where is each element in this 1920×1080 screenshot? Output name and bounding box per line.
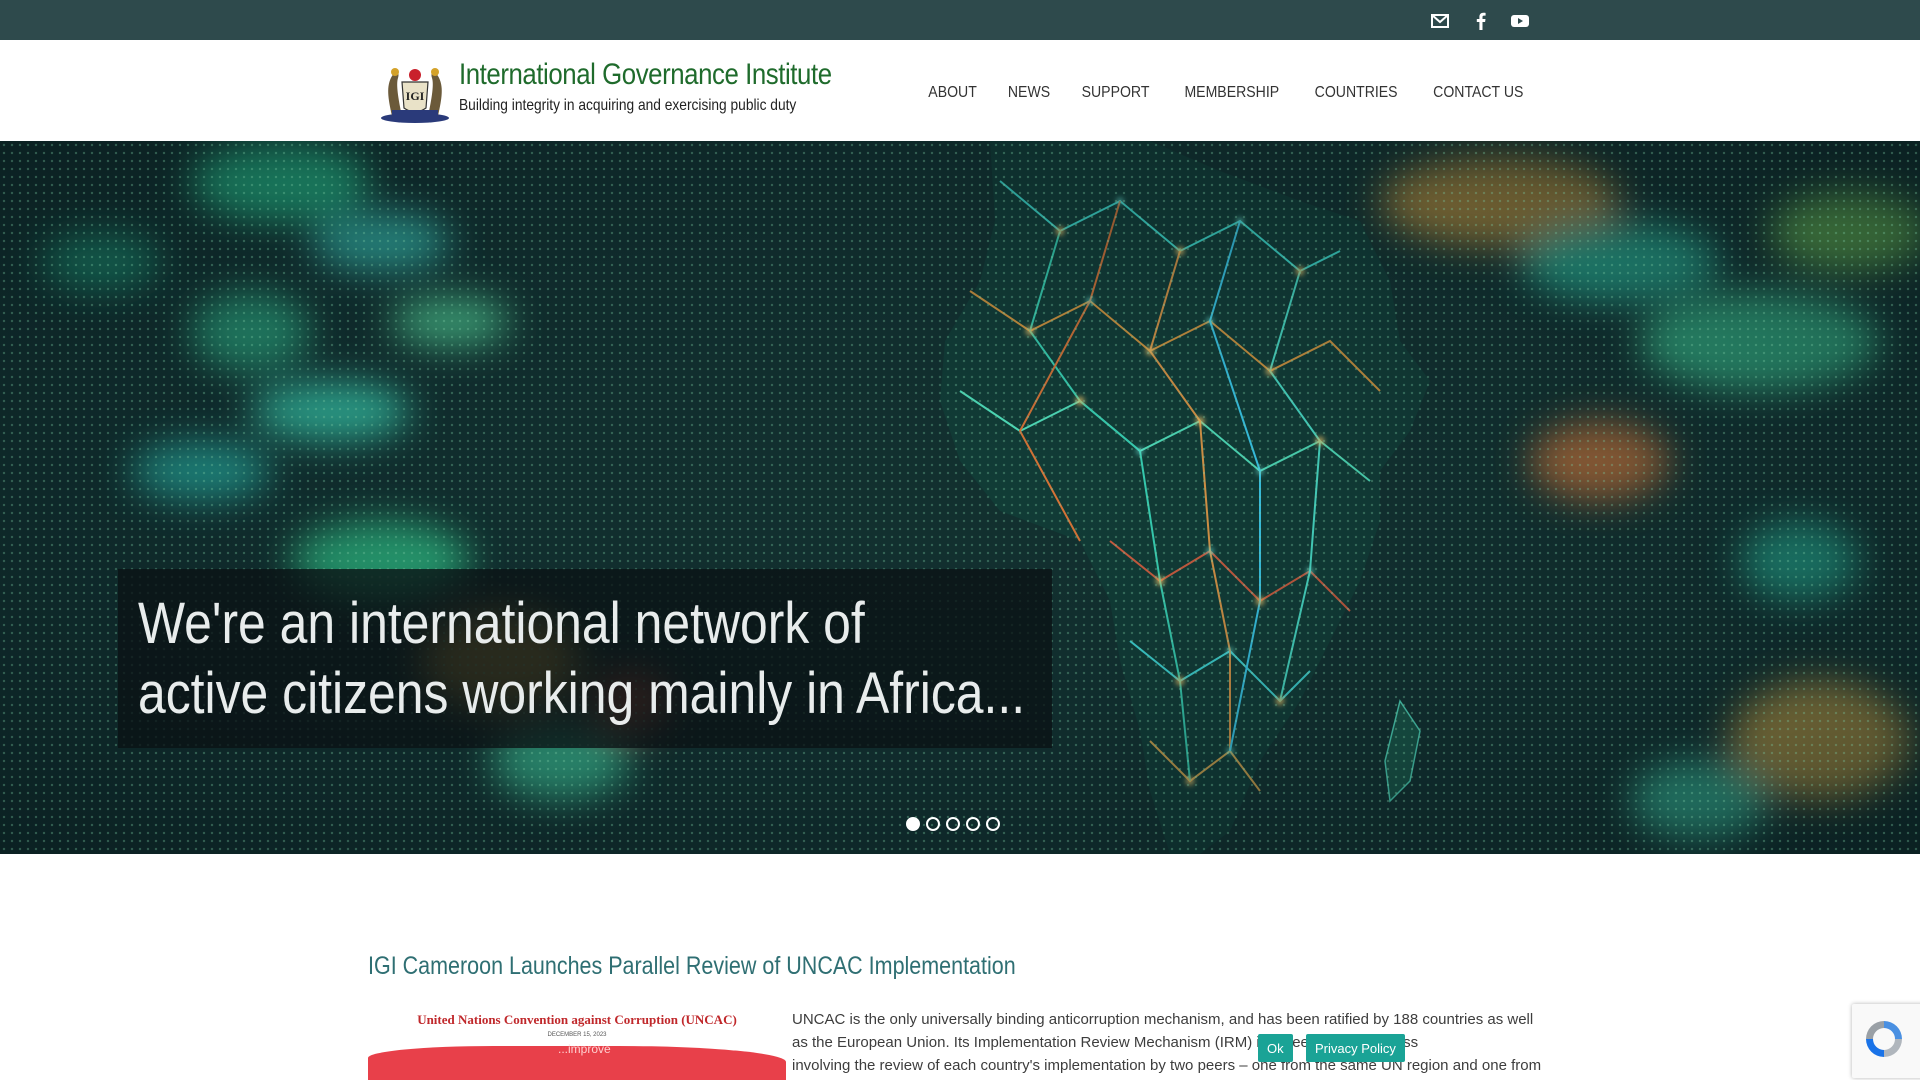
slider-pagination [906, 817, 1000, 831]
nav-news[interactable]: NEWS [1007, 84, 1049, 102]
top-bar [0, 0, 1920, 40]
recaptcha-badge[interactable] [1852, 1004, 1920, 1078]
nav-membership[interactable]: MEMBERSHIP [1184, 84, 1279, 102]
article-excerpt-line-2: as the European Union. Its Implementatio… [792, 1034, 1419, 1051]
thumbnail-heading: United Nations Convention against Corrup… [417, 1012, 737, 1027]
nav-about[interactable]: ABOUT [929, 84, 978, 102]
youtube-icon[interactable] [1509, 10, 1531, 32]
article-excerpt-line-1: UNCAC is the only universally binding an… [792, 1011, 1534, 1028]
cookie-ok-button[interactable]: Ok [1258, 1034, 1293, 1062]
thumbnail-date: DECEMBER 15, 2023 [547, 1032, 607, 1038]
slider-dot-1[interactable] [906, 817, 920, 831]
privacy-policy-button[interactable]: Privacy Policy [1306, 1034, 1405, 1062]
svg-text:IGI: IGI [406, 89, 425, 103]
recaptcha-icon [1862, 1017, 1906, 1066]
slider-dot-3[interactable] [946, 817, 960, 831]
article-excerpt-line-3: involving the review of each country's i… [792, 1057, 1542, 1074]
slider-dot-2[interactable] [926, 817, 940, 831]
nav-countries[interactable]: COUNTRIES [1315, 84, 1398, 102]
slider-dot-5[interactable] [986, 817, 1000, 831]
main-nav: ABOUT NEWS SUPPORT MEMBERSHIP COUNTRIES … [925, 84, 1530, 102]
hero-caption-text: We're an international network of active… [138, 589, 1050, 729]
hero-slider: We're an international network of active… [0, 141, 1920, 854]
site-tagline: Building integrity in acquiring and exer… [459, 97, 797, 114]
article-title[interactable]: IGI Cameroon Launches Parallel Review of… [368, 952, 1016, 981]
thumbnail-overlay-text: ...improve [558, 1042, 611, 1056]
hero-caption-line-1: We're an international network of [138, 591, 865, 656]
site-header: IGI International Governance Institute B… [0, 40, 1920, 142]
article-thumbnail[interactable]: United Nations Convention against Corrup… [368, 1008, 786, 1080]
site-title[interactable]: International Governance Institute [459, 58, 832, 92]
hero-caption-line-2: active citizens working mainly in Africa… [138, 661, 1026, 726]
nav-support[interactable]: SUPPORT [1081, 84, 1149, 102]
article-excerpt: UNCAC is the only universally binding an… [792, 1008, 1554, 1077]
email-icon[interactable] [1429, 10, 1451, 32]
hero-caption: We're an international network of active… [118, 569, 1052, 748]
igi-crest-logo[interactable]: IGI [378, 58, 452, 124]
facebook-icon[interactable] [1470, 10, 1492, 32]
nav-contact-us[interactable]: CONTACT US [1434, 84, 1524, 102]
slider-dot-4[interactable] [966, 817, 980, 831]
